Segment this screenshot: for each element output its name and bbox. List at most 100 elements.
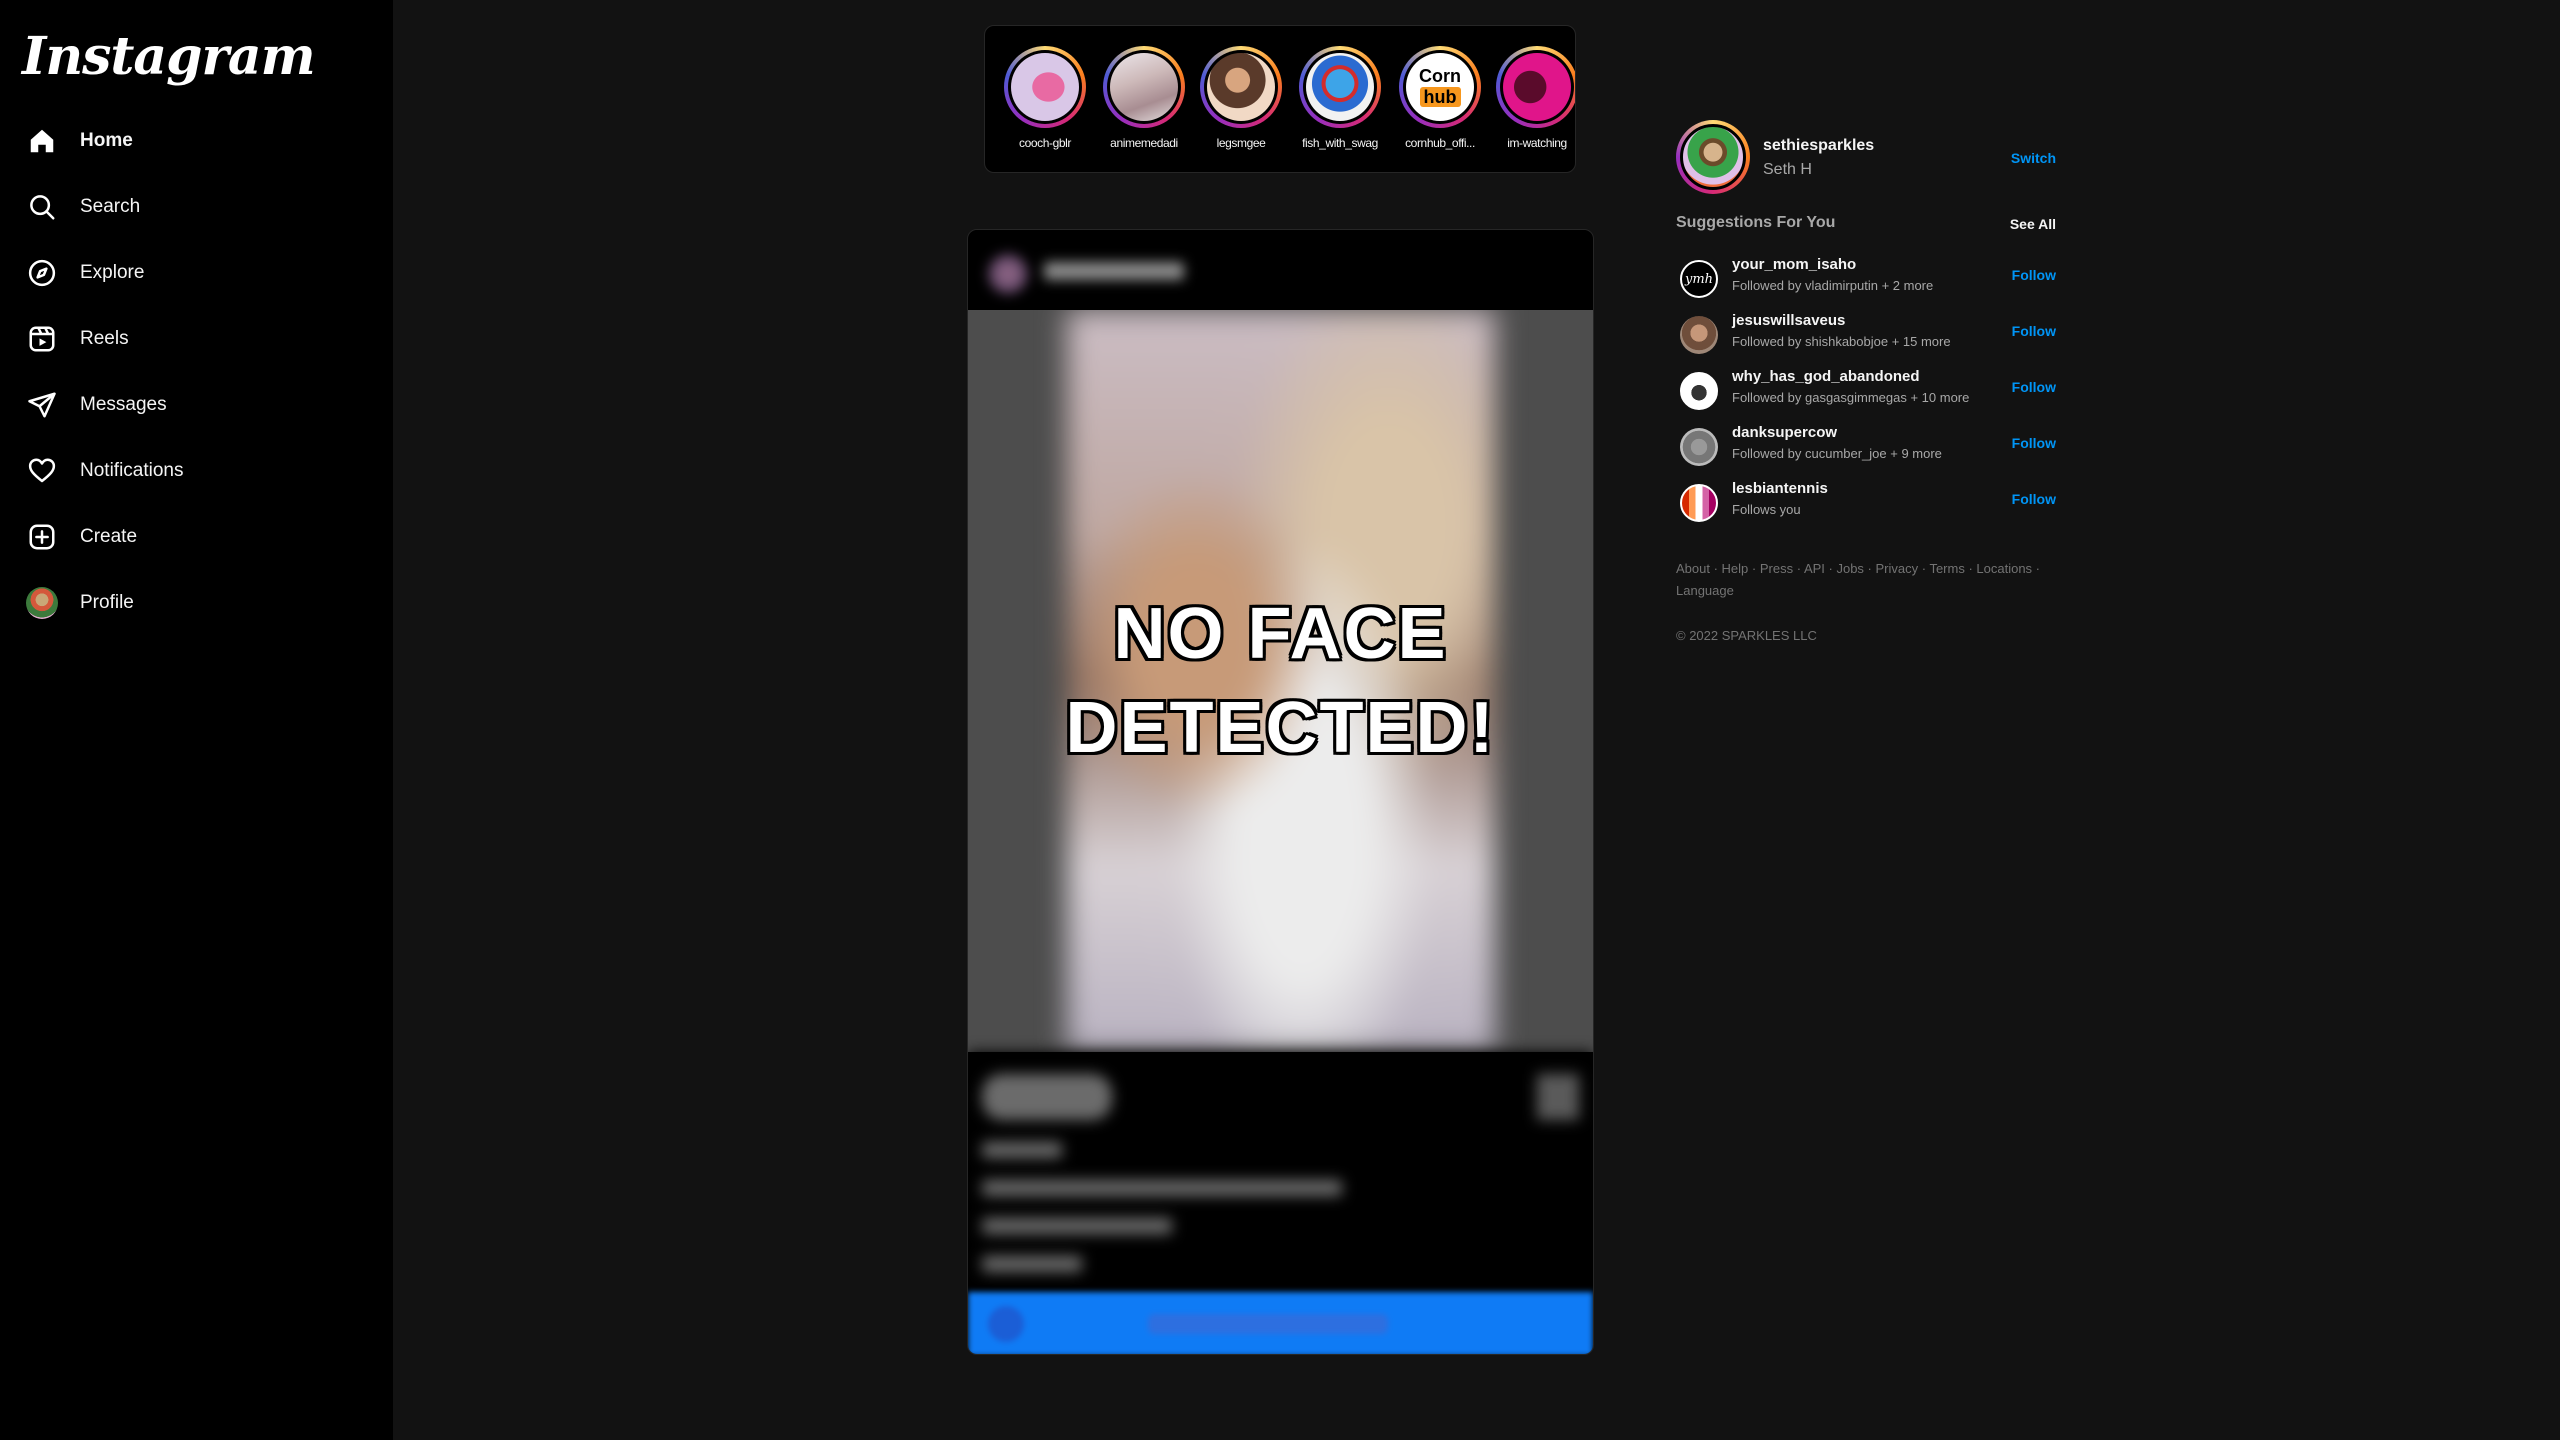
copyright: © 2022 SPARKLES LLC — [1676, 628, 1817, 643]
footer-link-press[interactable]: Press — [1760, 561, 1793, 576]
cta-label — [1148, 1314, 1388, 1334]
post-comments[interactable] — [982, 1218, 1172, 1234]
sidebar-item-label: Reels — [80, 328, 129, 349]
footer-link-privacy[interactable]: Privacy — [1876, 561, 1919, 576]
suggestion-subtitle: Followed by gasgasgimmegas + 10 more — [1732, 390, 1970, 405]
avatar[interactable] — [1680, 484, 1718, 522]
story-username: legsmgee — [1216, 136, 1266, 150]
suggestions-title: Suggestions For You — [1676, 214, 1836, 231]
post-username[interactable] — [1044, 262, 1184, 280]
post-cta-button[interactable] — [968, 1292, 1593, 1354]
story-avatar — [1110, 53, 1178, 121]
story-item[interactable]: Corn hub cornhub_offi... — [1398, 46, 1482, 150]
story-avatar — [1503, 53, 1571, 121]
stories-tray: cooch-gblr animemedadi legsmgee fish_wit… — [984, 25, 1576, 173]
sidebar-item-create[interactable]: Create — [26, 504, 184, 570]
follow-button[interactable]: Follow — [2012, 323, 2056, 339]
story-avatar — [1207, 53, 1275, 121]
post-footer — [968, 1052, 1593, 1292]
follow-button[interactable]: Follow — [2012, 267, 2056, 283]
see-all-button[interactable]: See All — [2010, 216, 2056, 232]
story-avatar — [1306, 53, 1374, 121]
suggestion-username[interactable]: your_mom_isaho — [1732, 256, 1856, 273]
right-column: sethiesparkles Seth H Switch Suggestions… — [1676, 120, 2056, 643]
sidebar-item-explore[interactable]: Explore — [26, 240, 184, 306]
story-username: animemedadi — [1110, 136, 1178, 150]
plus-square-icon — [26, 521, 58, 553]
sidebar: Instagram Home Search Explore Reels Mess… — [0, 0, 393, 1440]
cornhub-logo: Corn hub — [1419, 66, 1461, 107]
footer-link-locations[interactable]: Locations — [1976, 561, 2032, 576]
footer-link-terms[interactable]: Terms — [1929, 561, 1964, 576]
sidebar-item-home[interactable]: Home — [26, 108, 184, 174]
story-item[interactable]: im-watching — [1495, 46, 1575, 150]
sidebar-item-label: Explore — [80, 262, 145, 283]
footer-link-language[interactable]: Language — [1676, 583, 1734, 598]
suggestion-item: jesuswillsaveus Followed by shishkabobjo… — [1676, 310, 2056, 366]
post-header — [968, 230, 1593, 310]
sidebar-item-messages[interactable]: Messages — [26, 372, 184, 438]
story-username: im-watching — [1507, 136, 1567, 150]
avatar[interactable] — [1676, 120, 1750, 194]
suggestion-item: ymh your_mom_isaho Followed by vladimirp… — [1676, 254, 2056, 310]
avatar — [26, 587, 58, 619]
avatar[interactable] — [988, 254, 1028, 294]
cta-icon — [988, 1306, 1024, 1342]
suggestion-username[interactable]: lesbiantennis — [1732, 480, 1828, 497]
avatar[interactable] — [1680, 428, 1718, 466]
post-media[interactable]: NO FACE DETECTED! — [968, 310, 1593, 1052]
sidebar-nav: Home Search Explore Reels Messages Notif… — [26, 108, 184, 636]
reels-icon — [26, 323, 58, 355]
post-action-icons[interactable] — [982, 1074, 1112, 1120]
avatar[interactable] — [1680, 372, 1718, 410]
story-username: cooch-gblr — [1018, 136, 1072, 150]
sidebar-item-search[interactable]: Search — [26, 174, 184, 240]
avatar[interactable]: ymh — [1680, 260, 1718, 298]
sidebar-item-label: Create — [80, 526, 138, 547]
post-likes — [982, 1142, 1062, 1158]
footer-link-api[interactable]: API — [1804, 561, 1825, 576]
sidebar-item-label: Notifications — [80, 460, 184, 481]
post-caption — [982, 1180, 1342, 1196]
follow-button[interactable]: Follow — [2012, 379, 2056, 395]
follow-button[interactable]: Follow — [2012, 491, 2056, 507]
footer-links: About · Help · Press · API · Jobs · Priv… — [1676, 561, 2041, 598]
suggestion-username[interactable]: why_has_god_abandoned — [1732, 368, 1920, 385]
switch-account-button[interactable]: Switch — [2011, 150, 2056, 166]
story-avatar — [1011, 53, 1079, 121]
footer-link-jobs[interactable]: Jobs — [1836, 561, 1863, 576]
suggestion-subtitle: Followed by cucumber_joe + 9 more — [1732, 446, 1942, 461]
sidebar-item-label: Search — [80, 196, 141, 217]
story-item[interactable]: fish_with_swag — [1298, 46, 1382, 150]
current-user: sethiesparkles Seth H Switch — [1676, 120, 2056, 196]
footer-link-about[interactable]: About — [1676, 561, 1710, 576]
suggestion-item: danksupercow Followed by cucumber_joe + … — [1676, 422, 2056, 478]
suggestion-username[interactable]: jesuswillsaveus — [1732, 312, 1845, 329]
footer-link-help[interactable]: Help — [1722, 561, 1749, 576]
suggestion-item: lesbiantennis Follows you Follow — [1676, 478, 2056, 534]
bookmark-icon[interactable] — [1537, 1074, 1579, 1120]
suggestion-username[interactable]: danksupercow — [1732, 424, 1837, 441]
post-timestamp — [982, 1256, 1082, 1272]
story-avatar: Corn hub — [1406, 53, 1474, 121]
sidebar-item-reels[interactable]: Reels — [26, 306, 184, 372]
instagram-logo[interactable]: Instagram — [22, 26, 316, 87]
no-face-text: NO FACE DETECTED! — [1065, 594, 1496, 768]
feed-post: NO FACE DETECTED! — [967, 229, 1594, 1355]
search-icon — [26, 191, 58, 223]
story-item[interactable]: animemedadi — [1102, 46, 1186, 150]
compass-icon — [26, 257, 58, 289]
story-username: fish_with_swag — [1302, 136, 1378, 150]
follow-button[interactable]: Follow — [2012, 435, 2056, 451]
current-username[interactable]: sethiesparkles — [1763, 137, 1874, 155]
heart-icon — [26, 455, 58, 487]
story-username: cornhub_offi... — [1405, 136, 1475, 150]
sidebar-item-profile[interactable]: Profile — [26, 570, 184, 636]
suggestion-item: why_has_god_abandoned Followed by gasgas… — [1676, 366, 2056, 422]
story-item[interactable]: cooch-gblr — [1003, 46, 1087, 150]
sidebar-item-notifications[interactable]: Notifications — [26, 438, 184, 504]
suggestions-header: Suggestions For You See All — [1676, 214, 2056, 254]
avatar[interactable] — [1680, 316, 1718, 354]
story-item[interactable]: legsmgee — [1199, 46, 1283, 150]
current-full-name: Seth H — [1763, 161, 1812, 178]
